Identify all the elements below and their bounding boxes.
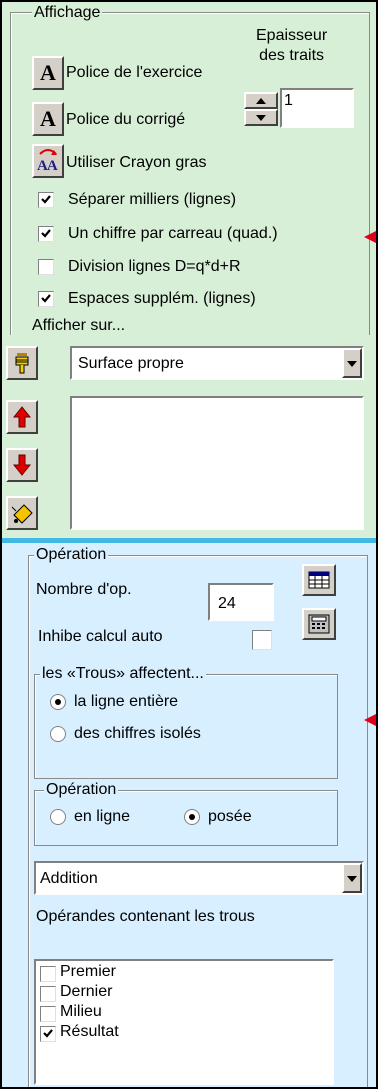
arrow-up-icon xyxy=(256,97,266,104)
red-marker-icon xyxy=(364,231,376,243)
operande-label: Milieu xyxy=(60,1003,102,1020)
checkbox-chiffre-carreau[interactable] xyxy=(38,226,54,242)
epaisseur-label-line1: Epaisseur xyxy=(256,27,328,44)
crayon-gras-text: AA xyxy=(37,158,58,174)
radio-chiffres-isoles[interactable] xyxy=(50,726,66,742)
operation-type-dropdown-button[interactable] xyxy=(342,863,362,893)
checkmark-icon xyxy=(41,229,51,238)
surface-select[interactable]: Surface propre xyxy=(70,346,364,380)
inhibe-calcul-label: Inhibe calcul auto xyxy=(38,628,163,645)
nombre-op-label: Nombre d'op. xyxy=(36,581,132,598)
move-down-button[interactable] xyxy=(6,448,38,482)
radio-label: en ligne xyxy=(74,808,131,825)
radio-posee[interactable] xyxy=(184,809,200,825)
checkbox-dernier[interactable] xyxy=(40,986,56,1002)
radio-ligne-entiere[interactable] xyxy=(50,694,66,710)
surface-icon-button[interactable] xyxy=(6,346,38,380)
checkmark-icon xyxy=(41,294,51,303)
checkbox-premier[interactable] xyxy=(40,966,56,982)
epaisseur-value: 1 xyxy=(284,92,293,109)
surface-selected-value: Surface propre xyxy=(78,355,184,372)
font-a-icon: A xyxy=(40,60,56,85)
calculator-icon xyxy=(308,614,330,634)
arrow-down-icon xyxy=(256,114,266,121)
police-corrige-button[interactable]: A xyxy=(32,102,64,136)
operande-label: Premier xyxy=(60,963,117,980)
operande-label: Dernier xyxy=(60,983,113,1000)
operation-mode-legend: Opération xyxy=(44,781,119,799)
epaisseur-label-line2: des traits xyxy=(259,47,325,64)
spin-down-button[interactable] xyxy=(244,109,278,126)
operandes-list: Premier Dernier Milieu Résultat xyxy=(34,959,334,1085)
checkbox-inhibe-calcul[interactable] xyxy=(252,630,272,650)
edit-surface-button[interactable] xyxy=(6,496,38,530)
radio-label: posée xyxy=(208,808,252,825)
checkbox-espaces-supplem[interactable] xyxy=(38,291,54,307)
operandes-label: Opérandes contenant les trous xyxy=(36,908,255,925)
operande-label: Résultat xyxy=(60,1023,119,1040)
affichage-panel: Affichage Epaisseur des traits A Police … xyxy=(2,2,376,538)
radio-label: la ligne entière xyxy=(74,693,179,710)
radio-selected-dot xyxy=(189,814,195,820)
operation-legend: Opération xyxy=(34,546,109,564)
nombre-op-value: 24 xyxy=(218,595,236,612)
operation-type-value: Addition xyxy=(40,870,98,887)
crayon-gras-button[interactable]: AA xyxy=(32,144,64,178)
move-up-button[interactable] xyxy=(6,400,38,434)
red-marker-icon xyxy=(364,714,376,726)
chevron-down-icon xyxy=(347,876,357,882)
radio-label: des chiffres isolés xyxy=(74,725,201,742)
checkbox-label: Espaces supplém. (lignes) xyxy=(68,290,256,307)
affichage-legend: Affichage xyxy=(32,4,103,22)
table-view-button[interactable] xyxy=(302,564,336,596)
pencil-eraser-icon xyxy=(11,504,33,524)
options-panel: Affichage Epaisseur des traits A Police … xyxy=(0,0,378,1089)
checkbox-milieu[interactable] xyxy=(40,1006,56,1022)
red-down-arrow-icon xyxy=(13,454,31,476)
surface-dropdown-button[interactable] xyxy=(342,348,362,378)
table-grid-icon xyxy=(308,571,330,589)
checkbox-division-lignes[interactable] xyxy=(38,259,54,275)
spin-up-button[interactable] xyxy=(244,92,278,109)
epaisseur-input[interactable]: 1 xyxy=(280,88,354,128)
trous-legend: les «Trous» affectent... xyxy=(40,665,206,683)
checkbox-label: Séparer milliers (lignes) xyxy=(68,191,237,208)
checkmark-icon xyxy=(43,1029,53,1038)
nombre-op-input[interactable]: 24 xyxy=(208,583,274,621)
checkbox-resultat[interactable] xyxy=(40,1026,56,1042)
checkbox-label: Un chiffre par carreau (quad.) xyxy=(68,225,278,242)
police-exercice-button[interactable]: A xyxy=(32,56,64,90)
operation-type-select[interactable]: Addition xyxy=(34,861,364,895)
red-up-arrow-icon xyxy=(13,406,31,428)
crayon-gras-label: Utiliser Crayon gras xyxy=(66,154,207,171)
afficher-sur-label: Afficher sur... xyxy=(32,317,126,334)
surface-list[interactable] xyxy=(70,396,364,530)
checkbox-label: Division lignes D=q*d+R xyxy=(68,258,241,275)
font-a-icon: A xyxy=(40,106,56,131)
police-corrige-label: Police du corrigé xyxy=(66,111,186,128)
radio-en-ligne[interactable] xyxy=(50,809,66,825)
checkbox-separer-milliers[interactable] xyxy=(38,192,54,208)
pointing-hand-icon xyxy=(15,353,29,374)
epaisseur-label: Epaisseur des traits xyxy=(256,26,327,66)
chevron-down-icon xyxy=(347,361,357,367)
checkmark-icon xyxy=(41,195,51,204)
police-exercice-label: Police de l'exercice xyxy=(66,64,203,81)
calculator-button[interactable] xyxy=(302,608,336,640)
radio-selected-dot xyxy=(55,699,61,705)
operation-panel: Opération Nombre d'op. 24 Inhibe calcul … xyxy=(2,543,376,1087)
